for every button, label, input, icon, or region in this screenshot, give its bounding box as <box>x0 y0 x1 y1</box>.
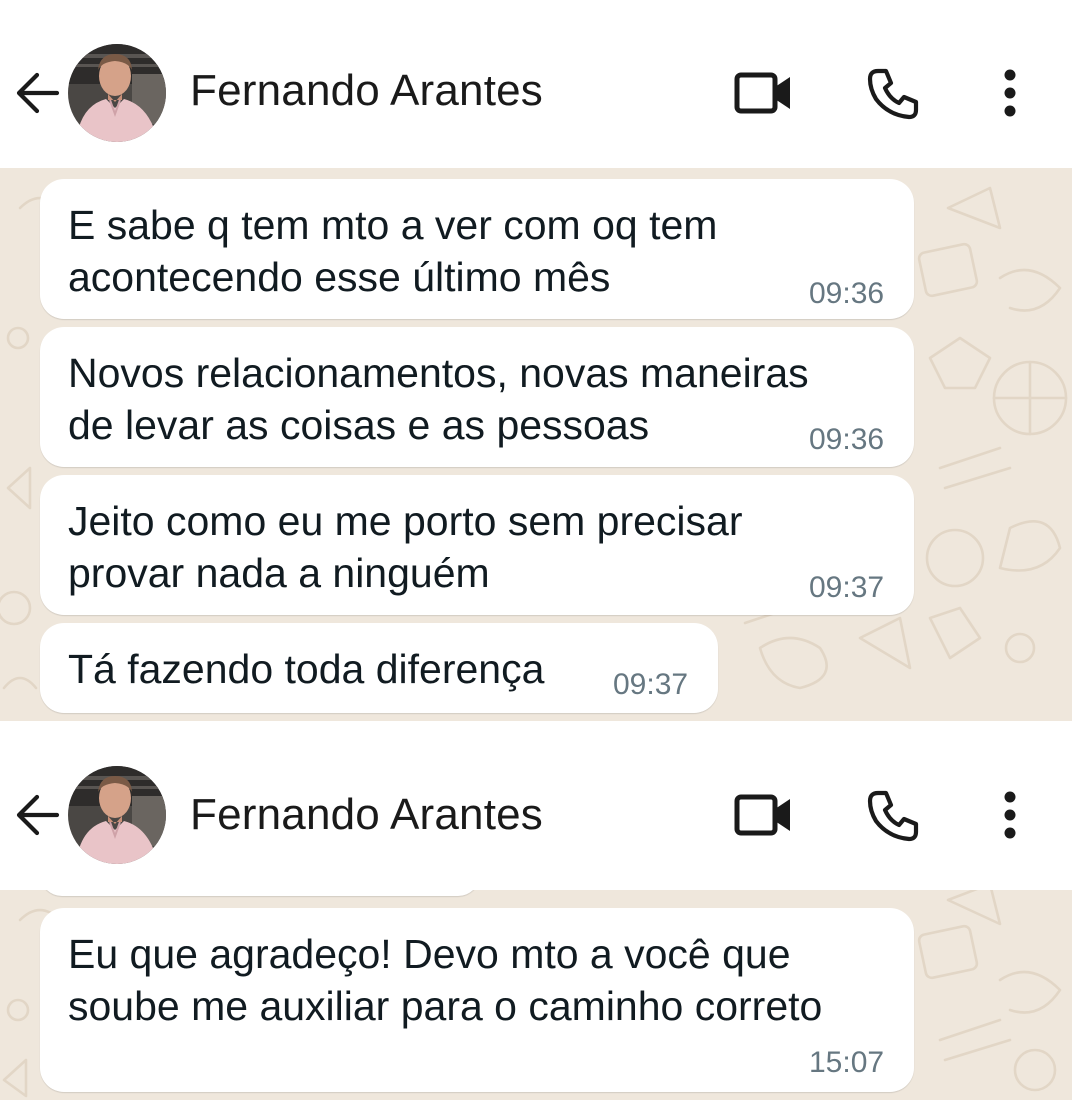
message-text: provar nada a ninguém <box>68 550 490 596</box>
message-time: 09:37 <box>613 668 689 701</box>
more-vertical-icon <box>1004 69 1016 117</box>
message-bubble[interactable]: E sabe q tem mto a ver com oq tem aconte… <box>40 179 914 319</box>
chat-area[interactable]: E sabe q tem mto a ver com oq tem aconte… <box>0 168 1072 721</box>
message-text: de levar as coisas e as pessoas <box>68 402 650 448</box>
video-call-button[interactable] <box>732 783 796 847</box>
message-bubble[interactable]: Jeito como eu me porto sem precisar prov… <box>40 475 914 615</box>
chat-header: Fernando Arantes <box>0 724 1072 890</box>
message-bubble[interactable]: Novos relacionamentos, novas maneiras de… <box>40 327 914 467</box>
avatar[interactable] <box>68 766 166 864</box>
message-time: 09:36 <box>809 423 885 456</box>
chat-screenshot-1: Fernando Arantes E sabe q tem mto a ver … <box>0 0 1072 721</box>
video-call-button[interactable] <box>732 61 796 125</box>
message-bubble[interactable]: Tá fazendo toda diferença 09:37 <box>40 623 718 713</box>
phone-icon <box>867 68 919 120</box>
message-time: 09:37 <box>809 571 885 604</box>
arrow-left-icon <box>16 72 60 114</box>
message-bubble[interactable]: Eu que agradeço! Devo mto a você que sou… <box>40 908 914 1092</box>
chat-screenshot-2: Fernando Arantes Eu que agradeço! Devo m… <box>0 724 1072 1100</box>
message-text: Jeito como eu me porto sem precisar <box>68 498 743 544</box>
message-text: Eu que agradeço! Devo mto a você que <box>68 931 791 977</box>
back-button[interactable] <box>12 68 62 118</box>
back-button[interactable] <box>12 790 62 840</box>
voice-call-button[interactable] <box>862 61 926 125</box>
contact-name[interactable]: Fernando Arantes <box>190 66 543 116</box>
message-text: soube me auxiliar para o caminho correto <box>68 983 823 1029</box>
chat-area[interactable]: Eu que agradeço! Devo mto a você que sou… <box>0 890 1072 1100</box>
message-text: Novos relacionamentos, novas maneiras <box>68 350 809 396</box>
more-options-button[interactable] <box>978 783 1042 847</box>
contact-name[interactable]: Fernando Arantes <box>190 790 543 840</box>
message-text: Tá fazendo toda diferença <box>68 646 545 692</box>
arrow-left-icon <box>16 794 60 836</box>
more-options-button[interactable] <box>978 61 1042 125</box>
message-time: 15:07 <box>809 1046 885 1079</box>
previous-message-bubble <box>40 890 480 896</box>
message-text: acontecendo esse último mês <box>68 254 611 300</box>
video-camera-icon <box>734 72 790 114</box>
more-vertical-icon <box>1004 791 1016 839</box>
voice-call-button[interactable] <box>862 783 926 847</box>
avatar[interactable] <box>68 44 166 142</box>
phone-icon <box>867 790 919 842</box>
chat-header: Fernando Arantes <box>0 0 1072 168</box>
message-time: 09:36 <box>809 277 885 310</box>
video-camera-icon <box>734 794 790 836</box>
message-text: E sabe q tem mto a ver com oq tem <box>68 202 718 248</box>
